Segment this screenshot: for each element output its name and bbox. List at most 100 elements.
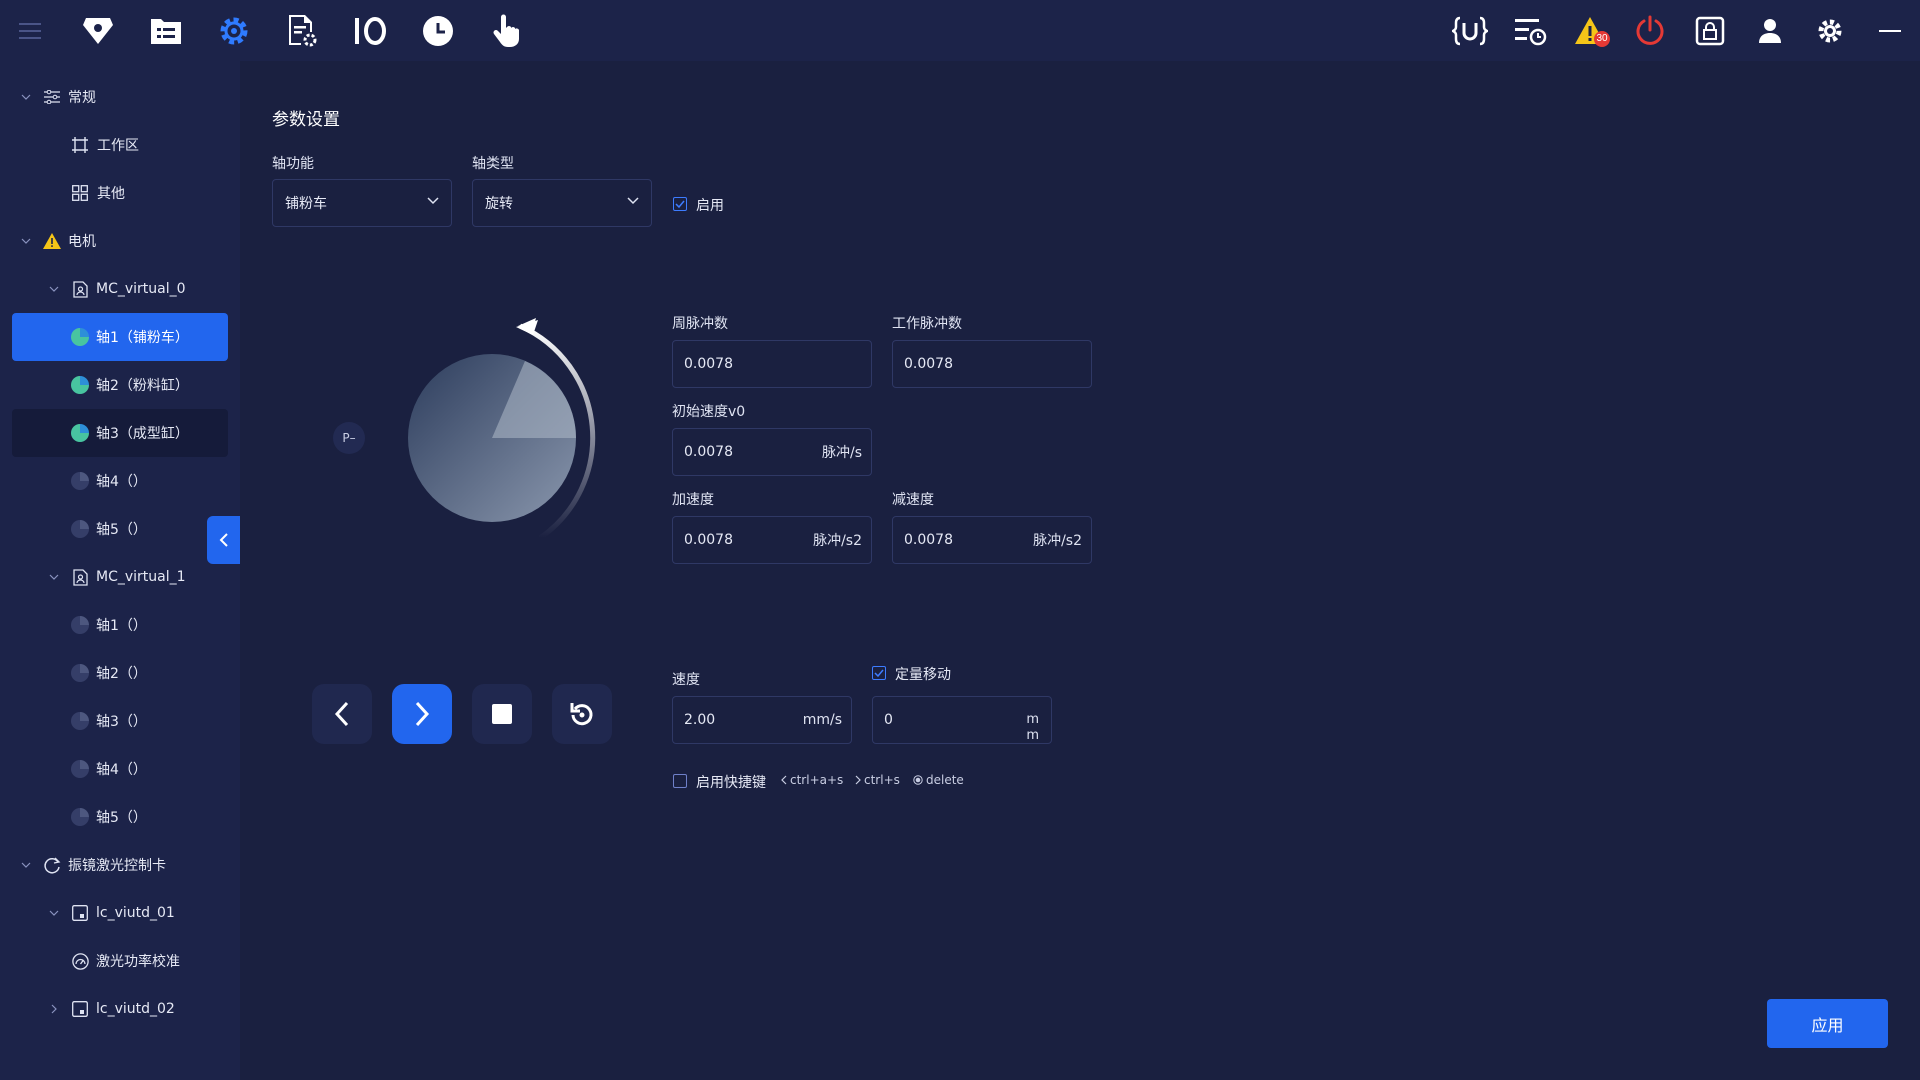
- fixed-move-unit: mm: [1026, 712, 1039, 744]
- enable-checkbox[interactable]: [673, 197, 687, 211]
- grid-icon: [71, 184, 89, 202]
- menu-icon[interactable]: [10, 11, 50, 51]
- io-icon[interactable]: [350, 11, 390, 51]
- speed-input[interactable]: mm/s: [672, 696, 852, 744]
- move-back-button[interactable]: [312, 684, 372, 744]
- minimize-icon[interactable]: [1870, 11, 1910, 51]
- hotkey-enable-checkbox[interactable]: [673, 774, 687, 788]
- tree-item-mc1-axis1[interactable]: 轴1（）: [12, 601, 228, 649]
- axis-status-icon: [71, 520, 89, 538]
- tree-label: 其他: [97, 186, 125, 202]
- tree-item-laser-calibration[interactable]: 激光功率校准: [12, 937, 228, 985]
- settings-icon[interactable]: [1810, 11, 1850, 51]
- apply-button[interactable]: 应用: [1767, 999, 1888, 1048]
- hotkey-back-text: ctrl+a+s: [790, 773, 844, 787]
- tree-label: 轴3（）: [96, 714, 147, 730]
- tree-label: MC_virtual_1: [96, 569, 186, 585]
- speed-label: 速度: [672, 672, 700, 688]
- tree-item-mc1-axis5[interactable]: 轴5（）: [12, 793, 228, 841]
- top-bar: 30: [0, 0, 1920, 61]
- power-icon[interactable]: [1630, 11, 1670, 51]
- tree-item-lc-viutd-02[interactable]: lc_viutd_02: [12, 985, 228, 1033]
- rev-pulses-label: 周脉冲数: [672, 316, 728, 332]
- variable-icon[interactable]: [1450, 11, 1490, 51]
- tree-item-lc-viutd-01[interactable]: lc_viutd_01: [12, 889, 228, 937]
- chevron-down-icon[interactable]: [48, 907, 60, 919]
- chevron-right-icon[interactable]: [48, 1003, 60, 1015]
- file-settings-icon[interactable]: [282, 11, 322, 51]
- tree-item-mc0-axis1[interactable]: 轴1（铺粉车）: [12, 313, 228, 361]
- user-icon[interactable]: [1750, 11, 1790, 51]
- clock-icon[interactable]: [418, 11, 458, 51]
- tree-label: lc_viutd_02: [96, 1001, 175, 1017]
- check-icon: [874, 669, 884, 677]
- hotkey-forward-text: ctrl+s: [864, 773, 900, 787]
- tree-item-other[interactable]: 其他: [12, 169, 228, 217]
- axis-type-value: 旋转: [485, 196, 513, 212]
- move-forward-button[interactable]: [392, 684, 452, 744]
- card-icon: [71, 904, 89, 922]
- file-list-icon[interactable]: [146, 11, 186, 51]
- tree-item-mc1-axis2[interactable]: 轴2（）: [12, 649, 228, 697]
- tree-group-galvo[interactable]: 振镜激光控制卡: [12, 841, 228, 889]
- hotkey-enable-label: 启用快捷键: [696, 775, 766, 791]
- init-speed-label: 初始速度v0: [672, 404, 746, 420]
- tree-item-mc0-axis3[interactable]: 轴3（成型缸）: [12, 409, 228, 457]
- reset-button[interactable]: [552, 684, 612, 744]
- rev-pulses-input[interactable]: [672, 340, 872, 388]
- rev-pulses-field[interactable]: [673, 341, 871, 387]
- controller-icon: [71, 280, 89, 298]
- tree-item-mc-virtual-0[interactable]: MC_virtual_0: [12, 265, 228, 313]
- axis-status-icon: [71, 376, 89, 394]
- chevron-down-icon[interactable]: [20, 91, 32, 103]
- axis-status-icon: [71, 424, 89, 442]
- chevron-down-icon[interactable]: [48, 283, 60, 295]
- fixed-move-field[interactable]: [873, 697, 1051, 743]
- schedule-list-icon[interactable]: [1510, 11, 1550, 51]
- tree-label: 轴5（）: [96, 810, 147, 826]
- tree-label: 轴4（）: [96, 762, 147, 778]
- chevron-down-icon: [427, 197, 439, 205]
- chevron-down-icon: [627, 197, 639, 205]
- chevron-right-icon: [855, 775, 861, 785]
- fixed-move-unit-line1: m: [1026, 712, 1039, 727]
- tree-label: MC_virtual_0: [96, 281, 186, 297]
- tree-item-mc1-axis4[interactable]: 轴4（）: [12, 745, 228, 793]
- tree-item-workspace[interactable]: 工作区: [12, 121, 228, 169]
- gear-icon[interactable]: [214, 11, 254, 51]
- warning-icon[interactable]: 30: [1570, 11, 1610, 51]
- chevron-down-icon[interactable]: [20, 235, 32, 247]
- tree-item-mc0-axis4[interactable]: 轴4（）: [12, 457, 228, 505]
- tree-item-mc0-axis5[interactable]: 轴5（）: [12, 505, 207, 553]
- tree-group-general[interactable]: 常规: [12, 73, 228, 121]
- fixed-move-label: 定量移动: [895, 667, 951, 683]
- stop-icon: [492, 704, 512, 724]
- stop-button[interactable]: [472, 684, 532, 744]
- diamond-shield-icon[interactable]: [78, 11, 118, 51]
- tree-item-mc-virtual-1[interactable]: MC_virtual_1: [12, 553, 228, 601]
- chevron-down-icon[interactable]: [48, 571, 60, 583]
- tree-label: 激光功率校准: [96, 954, 180, 970]
- axis-status-icon: [71, 472, 89, 490]
- accel-input[interactable]: 脉冲/s2: [672, 516, 872, 564]
- chevron-left-icon: [334, 701, 349, 727]
- fixed-move-checkbox[interactable]: [872, 666, 886, 680]
- axis-type-select[interactable]: 旋转: [472, 179, 652, 227]
- tree-group-motor[interactable]: 电机: [12, 217, 228, 265]
- lock-icon[interactable]: [1690, 11, 1730, 51]
- init-speed-input[interactable]: 脉冲/s: [672, 428, 872, 476]
- axis-function-select[interactable]: 铺粉车: [272, 179, 452, 227]
- enable-label: 启用: [696, 198, 724, 214]
- tree-label: 轴3（成型缸）: [96, 426, 189, 442]
- tree-item-mc0-axis2[interactable]: 轴2（粉料缸）: [12, 361, 228, 409]
- chevron-down-icon[interactable]: [20, 859, 32, 871]
- work-pulses-input[interactable]: [892, 340, 1092, 388]
- accel-label: 加速度: [672, 492, 714, 508]
- hand-pointer-icon[interactable]: [486, 11, 526, 51]
- fixed-move-input[interactable]: mm: [872, 696, 1052, 744]
- decel-input[interactable]: 脉冲/s2: [892, 516, 1092, 564]
- sidebar-collapse-button[interactable]: [207, 516, 240, 564]
- tree-item-mc1-axis3[interactable]: 轴3（）: [12, 697, 228, 745]
- work-pulses-field[interactable]: [893, 341, 1091, 387]
- init-speed-unit: 脉冲/s: [821, 445, 862, 461]
